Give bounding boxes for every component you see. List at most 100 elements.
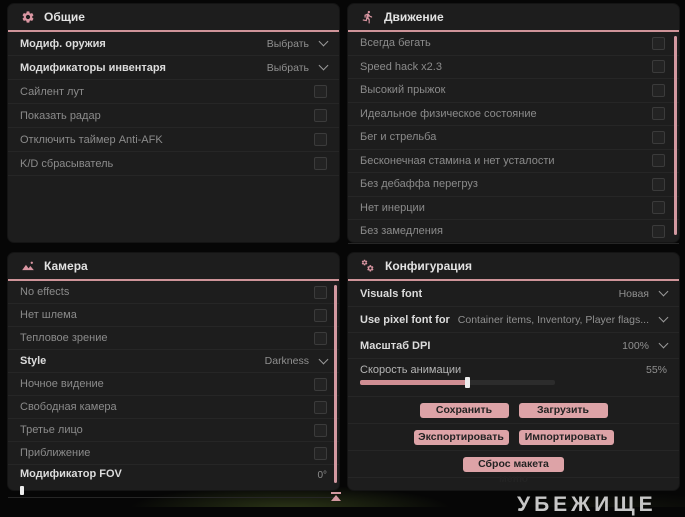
settings-row: No effects (8, 281, 339, 304)
panel-title: Конфигурация (385, 259, 473, 273)
dropdown-inventory-mods[interactable]: Выбрать (267, 60, 329, 74)
import-button[interactable]: Импортировать (518, 429, 614, 445)
chevron-down-icon (658, 338, 669, 349)
checkbox-night-vision[interactable] (314, 377, 327, 391)
settings-row: Без замедления (348, 220, 679, 244)
dropdown-value: 100% (622, 339, 649, 352)
settings-row: Нет инерции (348, 197, 679, 220)
settings-row: Сайлент лут (8, 80, 339, 104)
setting-label: Приближение (20, 447, 91, 459)
setting-label: Отключить таймер Anti-AFK (20, 133, 163, 146)
slider-handle[interactable] (20, 486, 24, 495)
checkbox-thermal-vision[interactable] (314, 331, 327, 345)
checkbox-run-and-shoot[interactable] (652, 130, 665, 144)
setting-label: Нет инерции (360, 201, 425, 214)
checkbox-no-inertia[interactable] (652, 201, 665, 215)
panel-camera: Камера No effects Нет шлема Тепловое зрени… (8, 253, 339, 498)
panel-header: Движение (348, 4, 679, 32)
checkbox-always-run[interactable] (652, 36, 665, 50)
settings-rows: Модиф. оружия Выбрать Модификаторы инвента… (8, 32, 339, 176)
triangle-up-icon (331, 495, 341, 501)
settings-row: Use pixel font for Container items, Inven… (348, 307, 679, 333)
settings-row: Всегда бегать (348, 32, 679, 56)
button-row: Экспортировать Импортировать (348, 424, 679, 451)
export-button[interactable]: Экспортировать (413, 429, 509, 445)
chevron-down-icon (658, 312, 669, 323)
settings-row: Тепловое зрение (8, 327, 339, 350)
chevron-down-icon (318, 36, 329, 47)
save-button[interactable]: Сохранить (419, 402, 509, 418)
settings-row: Модиф. оружия Выбрать (8, 32, 339, 56)
setting-label: Use pixel font for (360, 313, 450, 326)
setting-label: Высокий прыжок (360, 84, 446, 97)
checkbox-no-effects[interactable] (314, 285, 327, 299)
checkbox-inf-stamina[interactable] (652, 154, 665, 168)
slider-fill (360, 380, 468, 385)
checkbox-silent-loot[interactable] (314, 85, 327, 98)
setting-label: Visuals font (360, 287, 423, 300)
panel-header: Камера (8, 253, 339, 281)
checkbox-kd-reset[interactable] (314, 157, 327, 170)
setting-label: Идеальное физическое состояние (360, 107, 537, 120)
dropdown-dpi-scale[interactable]: 100% (622, 338, 669, 352)
checkbox-anti-afk[interactable] (314, 133, 327, 146)
animation-speed-slider[interactable] (360, 377, 555, 388)
chevron-down-icon (318, 354, 329, 364)
settings-row: Масштаб DPI 100% (348, 333, 679, 359)
setting-label: No effects (20, 286, 70, 298)
settings-row: Speed hack x2.3 (348, 56, 679, 79)
panel-general: Общие Модиф. оружия Выбрать Модификаторы и… (8, 4, 339, 242)
dropdown-visuals-font[interactable]: Новая (619, 286, 669, 300)
checkbox-speed-hack[interactable] (652, 60, 665, 74)
checkbox-no-overweight[interactable] (652, 177, 665, 191)
checkbox-perfect-phys[interactable] (652, 107, 665, 121)
panel-header: Общие (8, 4, 339, 32)
scrollbar[interactable] (674, 36, 677, 235)
checkbox-no-helmet[interactable] (314, 308, 327, 322)
setting-label: Модификаторы инвентаря (20, 61, 166, 74)
animation-speed-value: 55% (645, 364, 667, 376)
dropdown-style[interactable]: Darkness (264, 354, 329, 367)
slider-handle[interactable] (465, 377, 471, 388)
grip-bar-icon (331, 492, 341, 494)
settings-row: Свободная камера (8, 396, 339, 419)
settings-row: Visuals font Новая (348, 281, 679, 307)
settings-row: Модификаторы инвентаря Выбрать (8, 56, 339, 80)
checkbox-free-camera[interactable] (314, 400, 327, 414)
dropdown-value: Container items, Inventory, Player flags… (457, 313, 649, 326)
settings-row: Без дебаффа перегруз (348, 173, 679, 197)
settings-row: Ночное видение (8, 373, 339, 396)
setting-label: Модификатор FOV (20, 468, 122, 480)
setting-label: Тепловое зрение (20, 332, 108, 344)
checkbox-show-radar[interactable] (314, 109, 327, 122)
animation-speed-row: Скорость анимации 55% (348, 359, 679, 397)
dropdown-value: Darkness (264, 355, 309, 367)
setting-label: Сайлент лут (20, 85, 84, 98)
panel-resize-grip[interactable] (331, 492, 341, 501)
button-row: Сброс макета меню (348, 451, 679, 485)
setting-label: Бесконечная стамина и нет усталости (360, 154, 555, 167)
landscape-icon (22, 261, 34, 271)
settings-row: Приближение (8, 442, 339, 465)
checkbox-zoom[interactable] (314, 446, 327, 460)
settings-row: Нет шлема (8, 304, 339, 327)
setting-label: Всегда бегать (360, 37, 431, 50)
checkbox-no-slowdown[interactable] (652, 224, 665, 238)
settings-row: Высокий прыжок (348, 79, 679, 103)
load-button[interactable]: Загрузить (518, 402, 608, 418)
setting-label: Ночное видение (20, 378, 104, 390)
setting-label: Без замедления (360, 225, 443, 238)
dropdown-weapon-mods[interactable]: Выбрать (267, 36, 329, 50)
chevron-down-icon (658, 286, 669, 297)
checkbox-high-jump[interactable] (652, 83, 665, 97)
fov-value: 0° (317, 470, 327, 481)
reset-menu-layout-button[interactable]: Сброс макета меню (463, 456, 564, 485)
runner-icon (362, 10, 373, 24)
gear-icon (22, 11, 34, 23)
checkbox-third-person[interactable] (314, 423, 327, 437)
chevron-down-icon (318, 60, 329, 71)
scrollbar[interactable] (334, 285, 337, 483)
panel-header: Конфигурация (348, 253, 679, 281)
dropdown-pixel-font[interactable]: Container items, Inventory, Player flags… (457, 312, 669, 326)
setting-label: Speed hack x2.3 (360, 60, 442, 73)
